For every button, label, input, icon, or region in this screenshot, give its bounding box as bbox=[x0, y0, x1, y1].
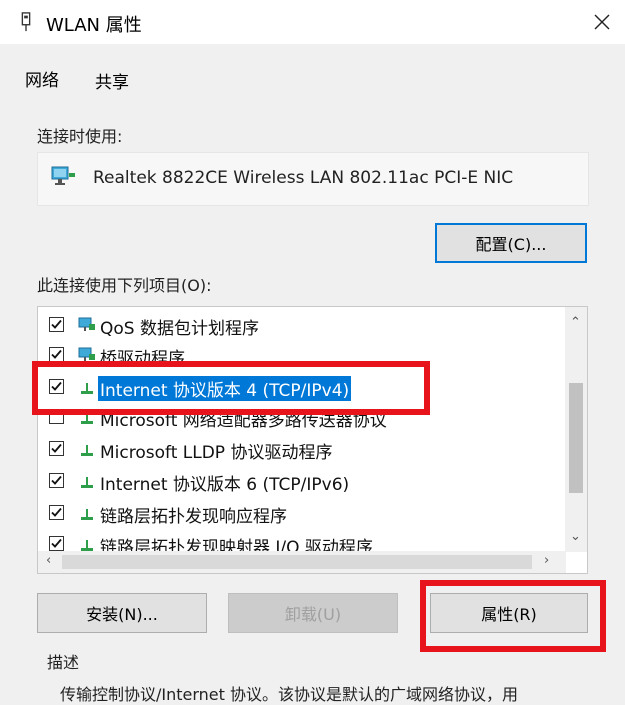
close-button[interactable] bbox=[579, 0, 625, 44]
item-label: 链路层拓扑发现响应程序 bbox=[100, 507, 287, 527]
description-label: 描述 bbox=[47, 653, 80, 672]
vertical-scrollbar[interactable]: ⌃ ⌄ bbox=[565, 307, 587, 552]
items-list[interactable]: QoS 数据包计划程序 桥驱动程序 Internet 协议版本 4 (TCP/I… bbox=[37, 306, 588, 574]
tab-network[interactable]: 网络 bbox=[25, 66, 59, 91]
item-label: Microsoft LLDP 协议驱动程序 bbox=[100, 443, 333, 463]
items-list-label: 此连接使用下列项目(O): bbox=[37, 276, 212, 295]
checkmark-icon bbox=[51, 538, 62, 548]
item-label: QoS 数据包计划程序 bbox=[100, 319, 259, 339]
horizontal-scrollbar[interactable]: ‹ › bbox=[38, 551, 566, 573]
protocol-icon bbox=[81, 509, 93, 520]
configure-button[interactable]: 配置(C)... bbox=[435, 223, 587, 263]
network-adapter-icon bbox=[51, 166, 75, 185]
window-title: WLAN 属性 bbox=[46, 15, 142, 36]
item-checkbox[interactable] bbox=[49, 347, 64, 362]
title-bar: WLAN 属性 bbox=[0, 0, 625, 44]
checkmark-icon bbox=[51, 443, 62, 453]
connect-using-label: 连接时使用: bbox=[37, 127, 123, 146]
item-checkbox[interactable] bbox=[49, 473, 64, 488]
description-text: 传输控制协议/Internet 协议。该协议是默认的广域网络协议，用 bbox=[60, 685, 519, 704]
install-button[interactable]: 安装(N)... bbox=[37, 593, 207, 633]
item-checkbox[interactable] bbox=[49, 505, 64, 520]
protocol-icon bbox=[81, 445, 93, 456]
item-checkbox[interactable] bbox=[49, 536, 64, 551]
checkmark-icon bbox=[51, 475, 62, 485]
network-service-icon bbox=[78, 317, 95, 331]
adapter-name: Realtek 8822CE Wireless LAN 802.11ac PCI… bbox=[93, 168, 514, 188]
scroll-down-icon[interactable]: ⌄ bbox=[570, 529, 581, 544]
scroll-thumb[interactable] bbox=[62, 555, 532, 569]
item-checkbox[interactable] bbox=[49, 441, 64, 456]
item-label: Internet 协议版本 6 (TCP/IPv6) bbox=[100, 475, 350, 495]
close-icon bbox=[594, 14, 610, 30]
scroll-left-icon[interactable]: ‹ bbox=[46, 553, 51, 568]
protocol-icon bbox=[81, 477, 93, 488]
list-item[interactable]: QoS 数据包计划程序 bbox=[38, 311, 566, 341]
list-item[interactable]: Microsoft LLDP 协议驱动程序 bbox=[38, 435, 566, 465]
tab-sharing[interactable]: 共享 bbox=[95, 68, 129, 93]
list-item[interactable]: 链路层拓扑发现响应程序 bbox=[38, 499, 566, 529]
adapter-field: Realtek 8822CE Wireless LAN 802.11ac PCI… bbox=[37, 152, 589, 206]
network-adapter-icon bbox=[21, 12, 31, 32]
uninstall-button[interactable]: 卸载(U) bbox=[228, 593, 398, 633]
scroll-right-icon[interactable]: › bbox=[544, 553, 549, 568]
list-item[interactable]: Internet 协议版本 6 (TCP/IPv6) bbox=[38, 467, 566, 497]
checkmark-icon bbox=[51, 319, 62, 329]
scroll-thumb[interactable] bbox=[569, 383, 583, 493]
checkmark-icon bbox=[51, 349, 62, 359]
checkmark-icon bbox=[51, 507, 62, 517]
scroll-up-icon[interactable]: ⌃ bbox=[570, 315, 581, 330]
highlight-box-ipv4 bbox=[32, 361, 430, 415]
item-checkbox[interactable] bbox=[49, 317, 64, 332]
highlight-box-properties bbox=[420, 580, 606, 652]
